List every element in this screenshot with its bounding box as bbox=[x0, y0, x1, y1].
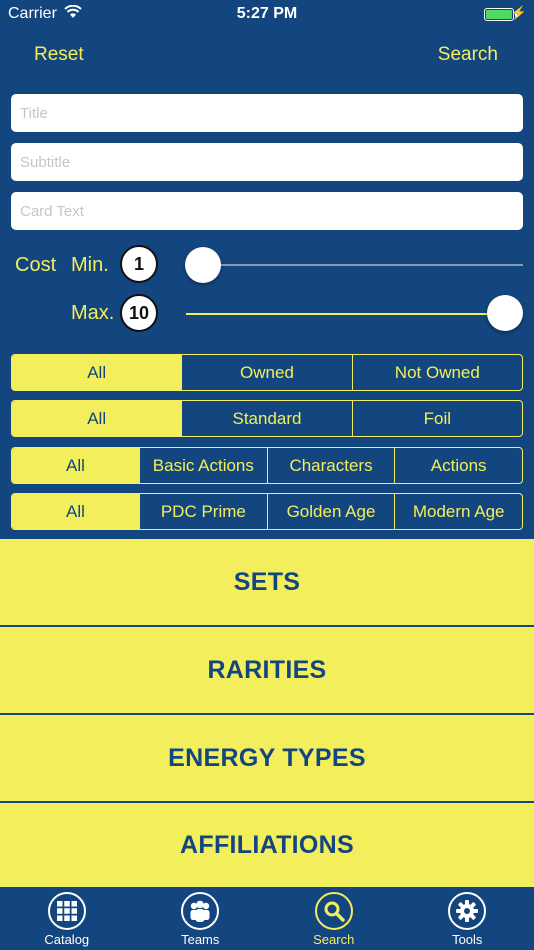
era-modern-age[interactable]: Modern Age bbox=[394, 494, 522, 529]
ownership-all[interactable]: All bbox=[12, 355, 182, 390]
tab-search[interactable]: Search bbox=[267, 887, 401, 950]
affiliations-panel[interactable]: AFFILIATIONS bbox=[0, 803, 534, 887]
affiliations-label: AFFILIATIONS bbox=[180, 830, 354, 859]
min-slider-track[interactable] bbox=[203, 264, 523, 266]
rarities-label: RARITIES bbox=[207, 655, 327, 684]
era-pdc-prime[interactable]: PDC Prime bbox=[139, 494, 267, 529]
era-filter: All PDC Prime Golden Age Modern Age bbox=[11, 493, 523, 530]
rarities-panel[interactable]: RARITIES bbox=[0, 627, 534, 713]
sets-panel[interactable]: SETS bbox=[0, 539, 534, 625]
tab-search-label: Search bbox=[313, 932, 355, 947]
card-type-all[interactable]: All bbox=[12, 448, 139, 483]
clock: 5:27 PM bbox=[236, 5, 298, 22]
finish-foil[interactable]: Foil bbox=[351, 401, 522, 436]
tab-catalog[interactable]: Catalog bbox=[0, 887, 134, 950]
finish-all[interactable]: All bbox=[12, 401, 182, 436]
era-all[interactable]: All bbox=[12, 494, 139, 529]
nav-bar: Reset Search bbox=[0, 28, 534, 83]
tab-teams[interactable]: Teams bbox=[134, 887, 268, 950]
tab-bar: Catalog Teams Search Tools bbox=[0, 887, 534, 950]
tab-tools-label: Tools bbox=[452, 932, 483, 947]
status-bar: Carrier 5:27 PM ⚡ bbox=[0, 0, 534, 28]
cost-max-label: Max. bbox=[71, 302, 115, 324]
charging-icon: ⚡ bbox=[510, 5, 527, 20]
min-slider-knob[interactable] bbox=[185, 247, 221, 283]
card-type-characters[interactable]: Characters bbox=[266, 448, 395, 483]
title-field[interactable] bbox=[11, 94, 523, 132]
tab-tools[interactable]: Tools bbox=[401, 887, 534, 950]
cost-max-value: 10 bbox=[120, 294, 158, 332]
sets-label: SETS bbox=[233, 567, 301, 596]
cost-label: Cost bbox=[15, 254, 57, 276]
energy-types-panel[interactable]: ENERGY TYPES bbox=[0, 715, 534, 801]
card-type-basic-actions[interactable]: Basic Actions bbox=[139, 448, 267, 483]
battery-level bbox=[486, 10, 512, 19]
subtitle-field[interactable] bbox=[11, 143, 523, 181]
finish-filter: All Standard Foil bbox=[11, 400, 523, 437]
battery-icon bbox=[484, 8, 517, 21]
ownership-owned[interactable]: Owned bbox=[181, 355, 351, 390]
magnifier-icon bbox=[314, 892, 353, 930]
search-button[interactable]: Search bbox=[438, 44, 498, 66]
tab-catalog-label: Catalog bbox=[44, 932, 90, 947]
era-golden-age[interactable]: Golden Age bbox=[266, 494, 395, 529]
card-text-field[interactable] bbox=[11, 192, 523, 230]
gear-icon bbox=[448, 892, 487, 930]
max-slider-knob[interactable] bbox=[487, 295, 523, 331]
finish-standard[interactable]: Standard bbox=[181, 401, 351, 436]
tab-teams-label: Teams bbox=[181, 932, 220, 947]
cost-min-label: Min. bbox=[71, 254, 109, 276]
max-slider-track[interactable] bbox=[186, 313, 506, 315]
ownership-filter: All Owned Not Owned bbox=[11, 354, 523, 391]
ownership-not-owned[interactable]: Not Owned bbox=[351, 355, 522, 390]
people-icon bbox=[181, 892, 220, 930]
energy-types-label: ENERGY TYPES bbox=[168, 743, 366, 772]
cost-min-value: 1 bbox=[120, 245, 158, 283]
card-type-filter: All Basic Actions Characters Actions bbox=[11, 447, 523, 484]
card-type-actions[interactable]: Actions bbox=[394, 448, 522, 483]
reset-button[interactable]: Reset bbox=[34, 44, 84, 66]
grid-icon bbox=[47, 892, 86, 930]
